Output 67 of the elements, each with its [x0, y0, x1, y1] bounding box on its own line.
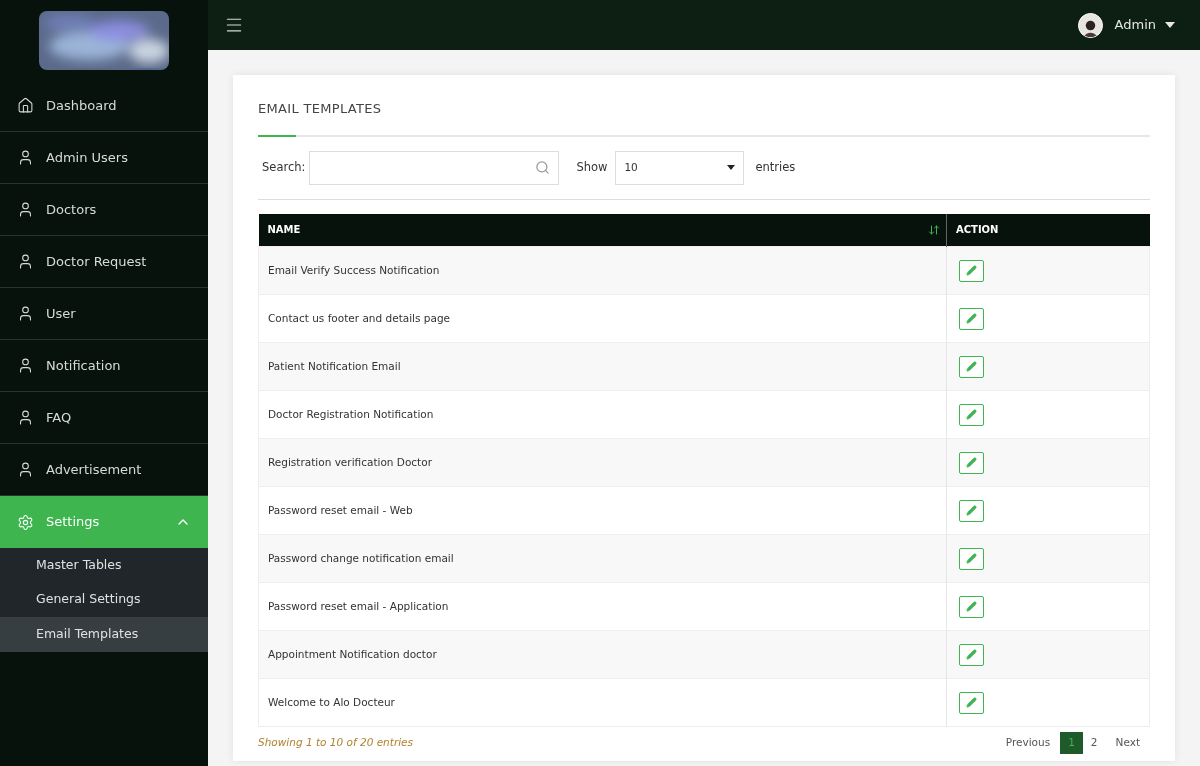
user-icon	[17, 149, 34, 166]
edit-button[interactable]	[959, 595, 984, 618]
table-cell: Doctor Registration Notification	[258, 390, 947, 439]
sidebar-item[interactable]: Doctors	[0, 184, 208, 236]
table-cell: Password change notification email	[258, 534, 947, 583]
entries-select[interactable]: 10	[615, 150, 745, 185]
table-cell: Password reset email - Web	[258, 486, 947, 535]
user-icon	[17, 461, 34, 478]
table-cell: Welcome to Alo Docteur	[258, 678, 947, 727]
pencil-icon	[966, 313, 977, 324]
pencil-icon	[966, 505, 977, 516]
sidebar-item[interactable]: FAQ	[0, 392, 208, 444]
edit-button[interactable]	[959, 499, 984, 522]
sidebar-item[interactable]: Doctor Request	[0, 236, 208, 288]
user-icon	[17, 253, 34, 270]
sidebar-item[interactable]: Notification	[0, 340, 208, 392]
edit-button[interactable]	[959, 547, 984, 570]
pencil-icon	[966, 553, 977, 564]
search-field[interactable]	[309, 150, 560, 185]
user-icon	[17, 409, 34, 426]
table-cell: Appointment Notification doctor	[258, 630, 947, 679]
page-button[interactable]: 2	[1082, 732, 1106, 754]
table-cell: Password reset email - Application	[258, 582, 947, 631]
edit-button[interactable]	[959, 691, 984, 714]
caret-icon	[727, 165, 736, 170]
sort-icon	[928, 223, 940, 236]
sidebar-item[interactable]: User	[0, 288, 208, 340]
table-cell: Registration verification Doctor	[258, 438, 947, 487]
caret-icon[interactable]	[1165, 22, 1175, 28]
user-name[interactable]: Admin	[1114, 15, 1156, 35]
submenu-item[interactable]: Master Tables	[0, 548, 208, 583]
column-header: ACTION	[946, 213, 1150, 247]
edit-button[interactable]	[959, 643, 984, 666]
pencil-icon	[966, 409, 977, 420]
edit-button[interactable]	[959, 355, 984, 378]
pencil-icon	[966, 361, 977, 372]
table-cell: Contact us footer and details page	[258, 294, 947, 343]
entries-label: entries	[755, 158, 796, 176]
pencil-icon	[966, 457, 977, 468]
user-icon	[17, 357, 34, 374]
column-header[interactable]: NAME	[258, 213, 947, 247]
pencil-icon	[966, 649, 977, 660]
table-cell: Patient Notification Email	[258, 342, 947, 391]
edit-button[interactable]	[959, 259, 984, 282]
avatar[interactable]	[1077, 12, 1103, 38]
search-icon	[535, 160, 551, 175]
table-cell: Email Verify Success Notification	[258, 246, 947, 295]
sidebar-item[interactable]: Dashboard	[0, 80, 208, 132]
home-icon	[17, 97, 34, 114]
entries-info: Showing 1 to 10 of 20 entries	[258, 735, 415, 751]
submenu-item[interactable]: Email Templates	[0, 617, 208, 652]
edit-button[interactable]	[959, 451, 984, 474]
search-label: Search:	[262, 158, 306, 176]
sidebar-item[interactable]: Admin Users	[0, 132, 208, 184]
pencil-icon	[966, 697, 977, 708]
page-nav-button[interactable]: Next	[1105, 732, 1150, 754]
settings-icon	[17, 513, 34, 531]
submenu-item[interactable]: General Settings	[0, 582, 208, 617]
pencil-icon	[966, 265, 977, 276]
show-label: Show	[576, 158, 608, 176]
edit-button[interactable]	[959, 403, 984, 426]
edit-button[interactable]	[959, 307, 984, 330]
card-title: EMAIL TEMPLATES	[258, 100, 383, 118]
pencil-icon	[966, 601, 977, 612]
page-nav-button[interactable]: Previous	[995, 732, 1061, 754]
user-icon	[17, 305, 34, 322]
user-icon	[17, 201, 34, 218]
